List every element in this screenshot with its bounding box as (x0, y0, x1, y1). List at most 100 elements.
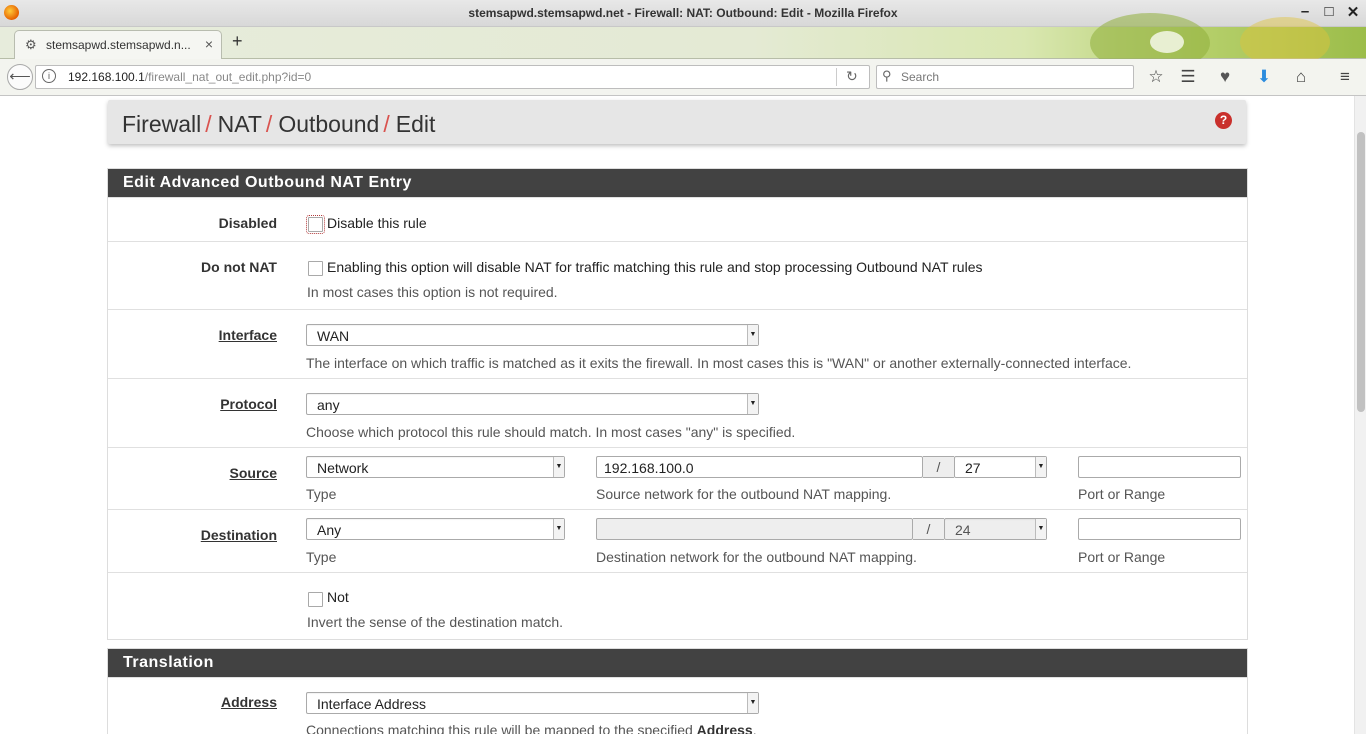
panel-title: Edit Advanced Outbound NAT Entry (108, 169, 1247, 197)
do-not-nat-help: In most cases this option is not require… (307, 284, 558, 300)
label-do-not-nat: Do not NAT (201, 259, 277, 275)
destination-type-value: Any (317, 522, 342, 538)
breadcrumb-separator: / (383, 111, 390, 137)
address-help-prefix: Connections matching this rule will be m… (306, 722, 697, 734)
panel-title: Translation (108, 649, 1247, 677)
tab-close-icon[interactable]: × (205, 36, 213, 52)
row-source: Source Network ▼ Type 192.168.100.0 / 27 ▼… (108, 447, 1247, 509)
label-source[interactable]: Source (230, 465, 277, 481)
site-info-icon[interactable]: i (42, 69, 56, 83)
interface-select[interactable]: WAN ▼ (306, 324, 759, 346)
tab-favicon-icon: ⚙ (25, 37, 37, 52)
destination-mask-select[interactable]: 24 ▼ (944, 518, 1047, 540)
row-disabled: Disabled Disable this rule (108, 197, 1247, 241)
protocol-select[interactable]: any ▼ (306, 393, 759, 415)
help-icon[interactable]: ? (1215, 112, 1232, 129)
destination-network-input[interactable] (596, 518, 913, 540)
label-address[interactable]: Address (221, 694, 277, 710)
close-window-button[interactable]: ✕ (1344, 3, 1362, 21)
maximize-button[interactable]: □ (1320, 3, 1338, 20)
back-button[interactable]: ⟵ (7, 64, 33, 90)
page-content: Firewall / NAT / Outbound / Edit ? Edit Advanc… (0, 96, 1354, 734)
url-path: /firewall_nat_out_edit.php?id=0 (144, 70, 312, 84)
protocol-value: any (317, 397, 340, 413)
back-arrow-icon: ⟵ (9, 68, 31, 85)
source-network-input[interactable]: 192.168.100.0 (596, 456, 923, 478)
not-help: Invert the sense of the destination matc… (307, 614, 564, 630)
menu-icon[interactable]: ≡ (1334, 67, 1356, 87)
disabled-checkbox[interactable] (306, 215, 325, 234)
source-type-help: Type (306, 486, 337, 502)
source-type-select[interactable]: Network ▼ (306, 456, 565, 478)
reload-icon[interactable]: ↻ (846, 68, 858, 85)
breadcrumb-item[interactable]: NAT (218, 111, 262, 137)
chevron-down-icon: ▼ (1035, 519, 1046, 539)
row-not: Not Invert the sense of the destination … (108, 572, 1247, 639)
reading-list-icon[interactable]: ☰ (1177, 67, 1199, 87)
url-host: 192.168.100.1 (68, 70, 145, 84)
destination-type-help: Type (306, 549, 337, 565)
chevron-down-icon: ▼ (553, 519, 564, 539)
address-value: Interface Address (317, 696, 426, 712)
downloads-icon[interactable]: ⬇ (1253, 67, 1275, 87)
destination-slash-addon: / (913, 518, 944, 540)
translation-panel: Translation Address Interface Address ▼ C… (107, 648, 1248, 734)
chevron-down-icon: ▼ (747, 325, 758, 345)
not-checkbox[interactable] (308, 592, 323, 607)
row-interface: Interface WAN ▼ The interface on which tr… (108, 309, 1247, 378)
do-not-nat-checkbox[interactable] (308, 261, 323, 276)
home-icon[interactable]: ⌂ (1290, 67, 1312, 87)
breadcrumb-trail: Firewall / NAT / Outbound / Edit (122, 111, 435, 138)
breadcrumb-separator: / (205, 111, 212, 137)
chevron-down-icon: ▼ (747, 394, 758, 414)
bookmark-star-icon[interactable]: ☆ (1145, 67, 1167, 87)
breadcrumb: Firewall / NAT / Outbound / Edit ? (108, 100, 1246, 144)
address-help-suffix: . (752, 722, 757, 734)
search-bar[interactable]: ⚲ Search (876, 65, 1134, 89)
interface-help: The interface on which traffic is matche… (306, 355, 1132, 371)
destination-port-help: Port or Range (1078, 549, 1166, 565)
new-tab-button[interactable]: + (232, 31, 243, 52)
interface-value: WAN (317, 328, 350, 344)
disabled-checkbox-label[interactable]: Disable this rule (327, 215, 427, 231)
pocket-icon[interactable]: ♥ (1214, 67, 1236, 87)
breadcrumb-item[interactable]: Outbound (278, 111, 379, 137)
destination-mask-value: 24 (955, 522, 971, 538)
not-checkbox-label[interactable]: Not (327, 589, 349, 605)
destination-network-help: Destination network for the outbound NAT… (596, 549, 917, 565)
tab-active[interactable]: ⚙ stemsapwd.stemsapwd.n... × (14, 30, 222, 59)
label-protocol[interactable]: Protocol (220, 396, 277, 412)
address-help: Connections matching this rule will be m… (306, 722, 757, 734)
scrollbar-thumb[interactable] (1357, 132, 1365, 412)
tab-label: stemsapwd.stemsapwd.n... (46, 38, 191, 52)
breadcrumb-separator: / (265, 111, 273, 137)
row-address: Address Interface Address ▼ Connections m… (108, 677, 1247, 734)
destination-port-input[interactable] (1078, 518, 1241, 540)
search-placeholder: Search (901, 70, 940, 84)
edit-nat-panel: Edit Advanced Outbound NAT Entry Disable… (107, 168, 1248, 640)
chevron-down-icon: ▼ (1035, 457, 1046, 477)
address-help-bold: Address (696, 722, 753, 734)
row-protocol: Protocol any ▼ Choose which protocol this… (108, 378, 1247, 447)
destination-type-select[interactable]: Any ▼ (306, 518, 565, 540)
address-select[interactable]: Interface Address ▼ (306, 692, 759, 714)
do-not-nat-checkbox-label[interactable]: Enabling this option will disable NAT fo… (327, 259, 983, 275)
label-interface[interactable]: Interface (219, 327, 277, 343)
source-port-input[interactable] (1078, 456, 1241, 478)
label-destination[interactable]: Destination (201, 527, 277, 543)
chevron-down-icon: ▼ (553, 457, 564, 477)
source-port-help: Port or Range (1078, 486, 1166, 502)
tab-strip: ⚙ stemsapwd.stemsapwd.n... × + (0, 13, 1366, 73)
source-type-value: Network (317, 460, 369, 476)
url-text: 192.168.100.1/firewall_nat_out_edit.php?… (68, 70, 311, 84)
row-destination: Destination Any ▼ Type / 24 ▼ Destination … (108, 509, 1247, 572)
source-mask-value: 27 (965, 460, 981, 476)
breadcrumb-item[interactable]: Firewall (122, 111, 201, 137)
source-slash-addon: / (923, 456, 954, 478)
breadcrumb-item: Edit (395, 111, 436, 137)
chevron-down-icon: ▼ (747, 693, 758, 713)
source-network-help: Source network for the outbound NAT mapp… (596, 486, 892, 502)
vertical-scrollbar[interactable] (1354, 96, 1366, 734)
url-bar[interactable]: i 192.168.100.1/firewall_nat_out_edit.ph… (35, 65, 870, 89)
source-mask-select[interactable]: 27 ▼ (954, 456, 1047, 478)
